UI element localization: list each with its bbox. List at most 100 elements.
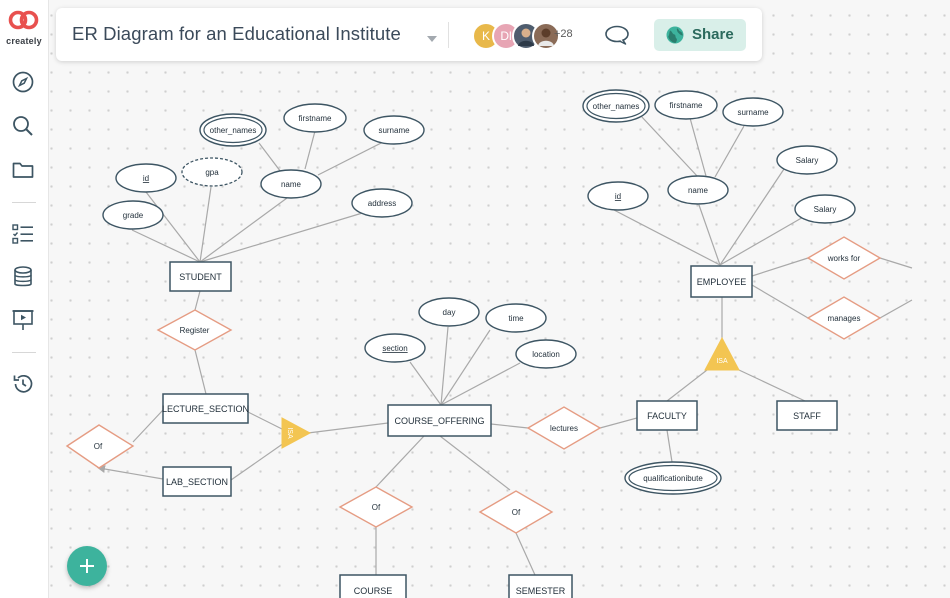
add-shape-button[interactable] [67,546,107,586]
diagram-canvas[interactable]: STUDENT LECTURE_SECTION LAB_SECTION COUR… [48,0,950,598]
connector [409,361,442,406]
connector [375,435,425,488]
entity-faculty[interactable]: FACULTY [636,400,698,431]
checklist-icon[interactable] [11,222,35,246]
attribute-day[interactable]: day [418,297,480,327]
attribute-id[interactable]: id [587,181,649,211]
attribute-label: Salary [796,156,819,165]
attribute-surname[interactable]: surname [722,97,784,127]
entity-label: FACULTY [647,411,687,421]
comment-icon[interactable] [602,24,632,46]
attribute-label: Salary [814,205,837,214]
connector-arrow [97,465,164,480]
relationship-label: lectures [550,424,578,433]
attribute-label: address [368,199,396,208]
entity-label: LECTURE_SECTION [162,404,249,414]
attribute-qualification[interactable]: qualificationibute [624,461,722,495]
attribute-firstname[interactable]: firstname [283,103,347,133]
isa-label: ISA [286,427,293,439]
attribute-name[interactable]: name [667,175,729,205]
history-icon[interactable] [11,372,35,396]
attribute-surname[interactable]: surname [363,115,425,145]
connector [194,290,201,311]
creately-logo-icon [8,10,39,30]
attribute-other-names[interactable]: other_names [582,89,650,123]
relationship-of[interactable]: Of [65,424,135,469]
share-label: Share [692,26,734,43]
document-title[interactable]: ER Diagram for an Educational Institute [72,23,401,45]
isa-triangle[interactable]: ISA [704,336,740,371]
connector [440,329,491,406]
connector [666,369,708,402]
connector [490,423,529,429]
search-icon[interactable] [11,114,35,138]
connector [640,115,699,178]
relationship-of[interactable]: Of [338,486,414,528]
attribute-label: location [532,350,560,359]
connector [879,299,913,319]
connector [199,186,212,263]
attribute-firstname[interactable]: firstname [654,90,718,120]
attribute-name[interactable]: name [260,169,322,199]
more-collaborators-count[interactable]: +28 [554,28,573,40]
attribute-salary[interactable]: Salary [776,145,838,175]
document-header: ER Diagram for an Educational Institute … [56,8,762,61]
isa-triangle[interactable]: ISA [281,417,312,449]
attribute-id[interactable]: id [115,163,177,193]
entity-student[interactable]: STUDENT [169,261,232,292]
connector [199,197,288,263]
connector [719,168,785,266]
relationship-lectures[interactable]: lectures [526,406,602,450]
attribute-label: qualificationibute [643,474,703,483]
connector [304,130,316,170]
entity-label: STAFF [793,411,821,421]
entity-lab-section[interactable]: LAB_SECTION [162,466,232,497]
entity-semester[interactable]: SEMESTER [508,574,573,598]
relationship-label: Of [512,508,521,517]
caret-down-icon[interactable] [426,30,438,48]
attribute-time[interactable]: time [485,303,547,333]
relationship-of[interactable]: Of [478,490,554,534]
entity-employee[interactable]: EMPLOYEE [690,265,753,298]
attribute-label: day [443,308,456,317]
attribute-address[interactable]: address [351,188,413,218]
attribute-location[interactable]: location [515,339,577,369]
entity-label: SEMESTER [516,586,566,596]
relationship-works-for[interactable]: works for [806,236,882,280]
connector [439,435,511,491]
entity-course[interactable]: COURSE [339,574,407,598]
attribute-label: firstname [299,114,332,123]
attribute-label: time [508,314,524,323]
entity-course-offering[interactable]: COURSE_OFFERING [387,404,492,437]
attribute-section[interactable]: section [364,333,426,363]
attribute-label: other_names [593,102,640,111]
relationship-manages[interactable]: manages [806,296,882,340]
attribute-label: other_names [210,126,257,135]
share-button[interactable]: Share [654,19,746,51]
creately-logo[interactable]: creately [4,10,44,46]
folder-icon[interactable] [11,158,35,182]
attribute-other-names[interactable]: other_names [199,113,267,147]
connector [307,422,389,434]
attribute-grade[interactable]: grade [102,200,164,230]
attribute-label: surname [737,108,769,117]
attribute-key-label: id [143,174,149,183]
connector [515,532,536,576]
entity-staff[interactable]: STAFF [776,400,838,431]
connector [666,429,673,463]
presentation-icon[interactable] [11,308,35,332]
attribute-gpa-derived[interactable]: gpa [181,157,243,187]
relationship-label: Register [180,326,210,335]
connector [440,362,521,406]
connector [714,125,745,178]
attribute-label: gpa [205,168,219,177]
connector [689,117,707,177]
isa-label: ISA [716,358,728,365]
entity-label: COURSE [354,586,393,596]
database-icon[interactable] [11,265,35,289]
attribute-salary[interactable]: Salary [794,194,856,224]
entity-lecture-section[interactable]: LECTURE_SECTION [162,393,249,424]
compass-icon[interactable] [11,70,35,94]
attribute-label: name [281,180,302,189]
relationship-register[interactable]: Register [156,309,233,351]
